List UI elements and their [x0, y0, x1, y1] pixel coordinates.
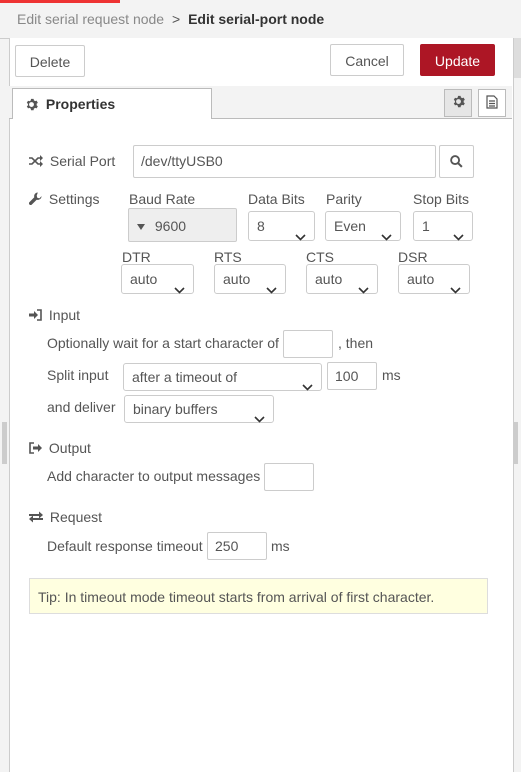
shuffle-icon [29, 154, 43, 170]
exchange-icon [29, 510, 43, 526]
breadcrumb-current: Edit serial-port node [188, 11, 325, 27]
input-section-label-text: Input [48, 307, 81, 323]
dtr-select[interactable]: auto [121, 264, 194, 294]
cts-value: auto [315, 271, 343, 287]
tab-properties-label: Properties [45, 96, 116, 112]
stop-bits-label: Stop Bits [413, 191, 470, 207]
stop-bits-select[interactable]: 1 [413, 211, 473, 241]
chevron-down-icon [453, 222, 464, 250]
serial-port-input[interactable]: /dev/ttyUSB0 [133, 145, 436, 178]
request-section-label-text: Request [49, 509, 103, 525]
dtr-label: DTR [122, 249, 151, 265]
breadcrumb-separator: > [171, 11, 181, 27]
output-section-label: Output [29, 440, 91, 457]
document-icon [486, 94, 498, 112]
cancel-button[interactable]: Cancel [330, 44, 404, 76]
rts-value: auto [223, 271, 251, 287]
tip-box: Tip: In timeout mode timeout starts from… [29, 578, 488, 614]
split-value-input[interactable]: 100 [327, 362, 377, 390]
add-char-input[interactable] [264, 463, 314, 491]
baud-rate-combo[interactable]: 9600 [128, 208, 237, 242]
gear-icon [25, 91, 38, 121]
input-section-label: Input [29, 307, 80, 324]
breadcrumb: Edit serial request node > Edit serial-p… [17, 11, 324, 27]
settings-tab-button[interactable] [444, 89, 472, 117]
split-input-label: Split input [47, 367, 109, 383]
start-char-input[interactable] [283, 330, 333, 358]
wrench-icon [28, 192, 42, 208]
chevron-down-icon [450, 275, 461, 303]
split-mode-value: after a timeout of [132, 369, 238, 385]
response-timeout-label: Default response timeout [47, 538, 203, 554]
serial-port-search-button[interactable] [439, 145, 474, 178]
baud-rate-label: Baud Rate [129, 191, 196, 207]
left-resize-handle[interactable] [2, 422, 7, 464]
settings-label-text: Settings [48, 191, 100, 207]
chevron-down-icon [174, 275, 185, 303]
chevron-down-icon [381, 222, 392, 250]
chevron-down-icon [266, 275, 277, 303]
deliver-value: binary buffers [133, 401, 218, 417]
dsr-label: DSR [398, 249, 428, 265]
description-tab-button[interactable] [478, 89, 506, 117]
caret-down-icon [137, 209, 145, 241]
start-char-prefix: Optionally wait for a start character of [47, 335, 279, 351]
rts-label: RTS [214, 249, 242, 265]
parity-label: Parity [326, 191, 362, 207]
data-bits-value: 8 [257, 218, 265, 234]
dsr-select[interactable]: auto [398, 264, 470, 294]
delete-button[interactable]: Delete [15, 45, 85, 77]
response-timeout-input[interactable]: 250 [207, 532, 267, 560]
cts-select[interactable]: auto [306, 264, 378, 294]
parity-select[interactable]: Even [325, 211, 401, 241]
split-unit-label: ms [382, 367, 401, 383]
output-section-label-text: Output [48, 440, 91, 456]
dsr-value: auto [407, 271, 435, 287]
rts-select[interactable]: auto [214, 264, 286, 294]
baud-rate-value: 9600 [154, 218, 187, 234]
serial-port-label: Serial Port [29, 153, 115, 170]
chevron-down-icon [254, 405, 265, 431]
cts-label: CTS [306, 249, 334, 265]
deliver-label: and deliver [47, 399, 116, 415]
stop-bits-value: 1 [422, 218, 430, 234]
chevron-down-icon [358, 275, 369, 303]
parity-value: Even [334, 218, 366, 234]
request-section-label: Request [29, 509, 102, 526]
split-mode-select[interactable]: after a timeout of [123, 363, 322, 391]
sign-out-icon [29, 441, 42, 457]
serial-port-label-text: Serial Port [49, 153, 116, 169]
tab-properties[interactable]: Properties [12, 88, 212, 119]
breadcrumb-parent[interactable]: Edit serial request node [17, 11, 164, 27]
chevron-down-icon [302, 373, 313, 399]
deliver-select[interactable]: binary buffers [124, 395, 274, 423]
dtr-value: auto [130, 271, 158, 287]
data-bits-label: Data Bits [248, 191, 305, 207]
search-icon [450, 148, 463, 179]
add-char-label: Add character to output messages [47, 468, 261, 484]
sign-in-icon [29, 308, 42, 324]
settings-label: Settings [28, 191, 100, 208]
chevron-down-icon [295, 222, 306, 250]
update-button[interactable]: Update [420, 44, 495, 76]
start-char-suffix: , then [338, 335, 374, 351]
gear-icon [452, 95, 465, 111]
header-accent-line [0, 0, 120, 3]
data-bits-select[interactable]: 8 [248, 211, 315, 241]
response-timeout-unit: ms [271, 538, 290, 554]
